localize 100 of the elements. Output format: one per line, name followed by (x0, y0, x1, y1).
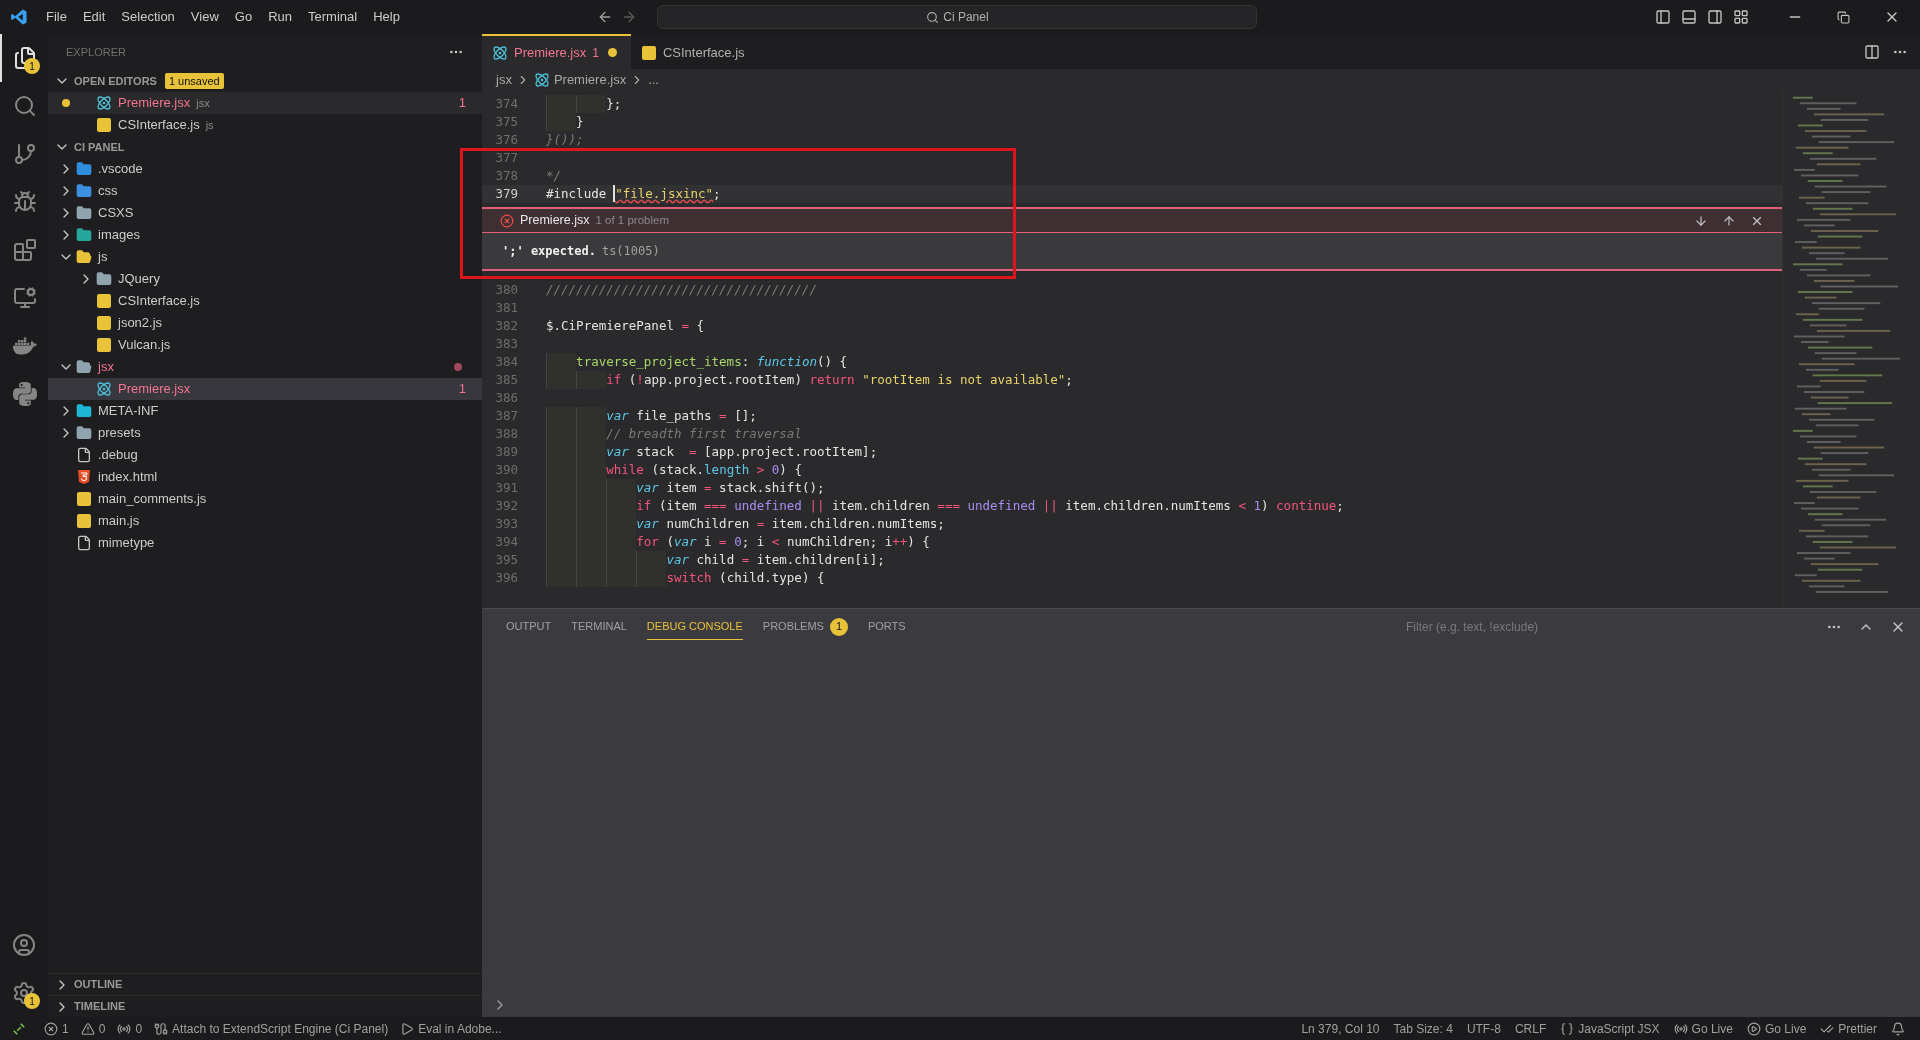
code-token: === (936, 496, 960, 515)
panel-tab[interactable]: PROBLEMS 1 (762, 614, 848, 640)
error-code: ts(1005) (601, 243, 660, 260)
breadcrumb-item[interactable]: Premiere.jsx (553, 70, 627, 90)
filter-field[interactable]: Filter (e.g. text, !exclude) (1406, 615, 1806, 639)
status-item[interactable]: Go Live (1666, 1019, 1740, 1038)
menu-item[interactable]: Help (365, 7, 408, 27)
editor-tab[interactable]: Premiere.jsx 1 (482, 34, 631, 69)
status-item[interactable]: Eval in Adobe... (394, 1019, 508, 1038)
line-number: 380 (494, 280, 519, 299)
panel-tab[interactable]: TERMINAL (571, 614, 627, 640)
count-badge: 1 (829, 617, 848, 636)
tree-item[interactable]: JQuery (48, 268, 482, 290)
code-token: ; (1336, 496, 1344, 515)
code-token: ++ (892, 532, 908, 551)
status-item[interactable]: Go Live (1739, 1019, 1814, 1038)
breadcrumb-item[interactable]: jsx (496, 70, 512, 90)
file-name: images (98, 226, 141, 245)
status-item[interactable]: Attach to ExtendScript Engine (Ci Panel) (148, 1019, 395, 1038)
problem-count: 1 (592, 44, 599, 62)
tree-item[interactable]: .vscode (48, 158, 482, 180)
problem-count: 1 (458, 380, 466, 399)
breadcrumb-item[interactable]: ... (648, 70, 659, 90)
line-number: 386 (494, 388, 519, 407)
status-item[interactable]: JavaScript JSX (1553, 1019, 1667, 1038)
status-item[interactable]: 0 (111, 1019, 149, 1038)
code-token: ; (1065, 370, 1073, 389)
status-item[interactable]: 1 (38, 1019, 75, 1038)
tree-item[interactable]: META-INF (48, 400, 482, 422)
status-item[interactable]: 0 (74, 1019, 112, 1038)
code-token: > (755, 460, 765, 479)
menu-item[interactable]: View (182, 7, 227, 27)
code-token: undefined (733, 496, 802, 515)
status-item[interactable]: UTF-8 (1459, 1019, 1508, 1038)
file-name: Premiere.jsx (118, 380, 192, 399)
code-token: ) (1261, 496, 1270, 515)
tree-item[interactable]: main.js (48, 510, 482, 532)
code-token: numChildren (665, 514, 750, 533)
menu-item[interactable]: Selection (113, 7, 183, 27)
tree-item[interactable]: index.html (48, 466, 482, 488)
status-item[interactable]: Tab Size: 4 (1386, 1019, 1460, 1038)
tree-item[interactable]: mimetype (48, 532, 482, 554)
menu-item[interactable]: Run (260, 7, 300, 27)
code-token: : (741, 352, 751, 371)
code-token: = (718, 406, 727, 425)
tree-item[interactable]: jsx (48, 356, 482, 378)
file-name: jsx (98, 358, 115, 377)
code-token: item.children (831, 496, 930, 515)
menu-item[interactable]: Terminal (300, 7, 366, 27)
section-header[interactable]: OUTLINE (74, 976, 123, 993)
section-header[interactable]: TIMELINE (74, 998, 126, 1015)
code-token: item.children[i]; (755, 550, 885, 569)
code-token: } (576, 112, 584, 131)
tree-item[interactable]: .debug (48, 444, 482, 466)
menu-item[interactable]: Go (226, 7, 261, 27)
tree-item[interactable]: images (48, 224, 482, 246)
code-token: ) { (907, 532, 930, 551)
panel-tab[interactable]: OUTPUT (506, 614, 552, 640)
code-token: = (718, 532, 727, 551)
code-token: stack (635, 442, 675, 461)
panel-tab[interactable]: PORTS (867, 614, 906, 640)
tree-item[interactable]: Vulcan.js (48, 334, 482, 356)
line-number: 389 (494, 442, 519, 461)
menu-item[interactable]: File (38, 7, 75, 27)
command-center[interactable]: Ci Panel (657, 5, 1258, 29)
activity-item[interactable]: 1 (0, 969, 48, 1017)
line-number: 381 (494, 298, 519, 317)
code-token: item (665, 478, 697, 497)
code-token: item.children.numItems (1064, 496, 1231, 515)
editor-tab[interactable]: CSInterface.js (630, 34, 777, 69)
status-item[interactable]: Prettier (1813, 1019, 1884, 1038)
activity-badge: 1 (24, 993, 40, 1009)
code-token: ; i (741, 532, 765, 551)
tree-item[interactable]: Premiere.jsx 1 (48, 378, 482, 400)
tree-item[interactable]: json2.js (48, 312, 482, 334)
status-item[interactable]: Ln 379, Col 10 (1294, 1019, 1387, 1038)
tree-item[interactable]: main_comments.js (48, 488, 482, 510)
file-name: .debug (98, 446, 139, 465)
section-header[interactable]: OPEN EDITORS (74, 72, 157, 90)
tree-item[interactable]: CSXS (48, 202, 482, 224)
code-token: */ (546, 166, 562, 185)
file-name: main_comments.js (98, 490, 208, 509)
status-item[interactable]: CRLF (1507, 1019, 1554, 1038)
code-token: child (695, 550, 735, 569)
open-editor-item[interactable]: CSInterface.js js (48, 114, 482, 136)
file-name: css (98, 182, 119, 201)
line-number: 393 (494, 514, 519, 533)
panel-tab[interactable]: DEBUG CONSOLE (646, 614, 743, 640)
problem-count: 1 (458, 94, 466, 113)
menu-item[interactable]: Edit (74, 7, 114, 27)
code-token: file_paths (635, 406, 712, 425)
tree-item[interactable]: CSInterface.js (48, 290, 482, 312)
code-token: "rootItem is not available" (861, 370, 1066, 389)
tree-item[interactable]: js (48, 246, 482, 268)
file-name: .vscode (98, 160, 144, 179)
line-number: 390 (494, 460, 519, 479)
open-editor-item[interactable]: Premiere.jsx jsx 1 (48, 92, 482, 114)
tree-item[interactable]: presets (48, 422, 482, 444)
tree-item[interactable]: css (48, 180, 482, 202)
section-header[interactable]: CI PANEL (74, 138, 125, 156)
